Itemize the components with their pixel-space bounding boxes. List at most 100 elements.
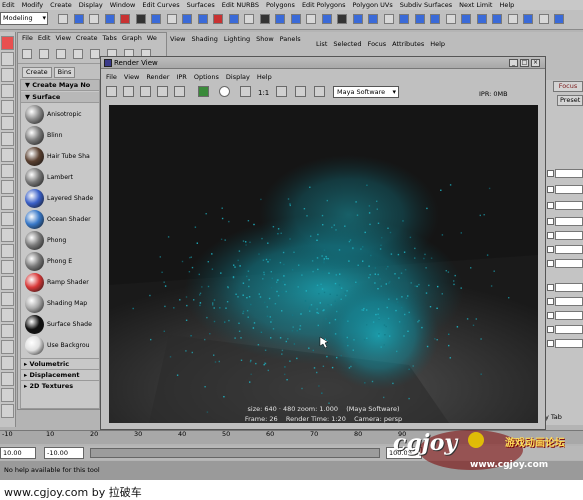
tool-icon[interactable] <box>1 292 14 306</box>
section-displacement[interactable]: ▸ Displacement <box>21 369 99 379</box>
shelf-tool-icon[interactable] <box>73 14 84 24</box>
hypershade-tool-icon[interactable] <box>39 49 49 59</box>
hypershade-tool-icon[interactable] <box>73 49 83 59</box>
tool-icon[interactable] <box>1 260 14 274</box>
attribute-checkbox[interactable] <box>547 298 554 305</box>
shelf-tool-icon[interactable] <box>321 14 332 24</box>
render-menu-view[interactable]: View <box>124 73 139 81</box>
hypershade-menu-graph[interactable]: Graph <box>122 33 142 44</box>
menu-help[interactable]: Help <box>499 0 514 10</box>
render-tool-icon[interactable] <box>295 86 306 97</box>
view-menu-shading[interactable]: Shading <box>191 35 217 43</box>
attribute-checkbox[interactable] <box>547 326 554 333</box>
tool-icon[interactable] <box>1 324 14 338</box>
menu-window[interactable]: Window <box>110 0 136 10</box>
shelf-tool-icon[interactable] <box>507 14 518 24</box>
shelf-tool-icon[interactable] <box>228 14 239 24</box>
tool-icon[interactable] <box>1 228 14 242</box>
shelf-tool-icon[interactable] <box>213 14 223 24</box>
shelf-tool-icon[interactable] <box>89 14 99 24</box>
shelf-tool-icon[interactable] <box>58 14 68 24</box>
attribute-checkbox[interactable] <box>547 170 554 177</box>
shelf-tool-icon[interactable] <box>399 14 409 24</box>
tool-icon[interactable] <box>1 340 14 354</box>
shelf-tool-icon[interactable] <box>197 14 208 24</box>
tab-create[interactable]: Create <box>22 67 52 78</box>
attribute-field[interactable] <box>555 339 583 348</box>
attribute-field[interactable] <box>555 231 583 240</box>
menu-edit-curves[interactable]: Edit Curves <box>142 0 179 10</box>
material-anisotropic[interactable]: Anisotropic <box>25 104 99 125</box>
tool-icon[interactable] <box>1 404 14 418</box>
material-hair-tube-sha[interactable]: Hair Tube Sha <box>25 146 99 167</box>
attr-menu-focus[interactable]: Focus <box>368 40 387 48</box>
render-tool-icon[interactable] <box>198 86 209 97</box>
tool-icon[interactable] <box>1 148 14 162</box>
attribute-field[interactable] <box>555 217 583 226</box>
presets-button[interactable]: Preset <box>557 95 583 106</box>
tool-icon[interactable] <box>1 132 14 146</box>
render-tool-icon[interactable] <box>106 86 117 97</box>
shelf-tool-icon[interactable] <box>352 14 363 24</box>
tool-icon[interactable] <box>1 212 14 226</box>
material-phong-e[interactable]: Phong E <box>25 251 99 272</box>
tab-bins[interactable]: Bins <box>53 67 76 78</box>
mode-select[interactable]: Modeling <box>0 12 48 25</box>
shelf-tool-icon[interactable] <box>492 14 502 24</box>
hypershade-menu-file[interactable]: File <box>22 33 33 44</box>
material-blinn[interactable]: Blinn <box>25 125 99 146</box>
attribute-field[interactable] <box>555 259 583 268</box>
menu-edit-polygons[interactable]: Edit Polygons <box>302 0 346 10</box>
tool-icon[interactable] <box>1 52 14 66</box>
tool-icon[interactable] <box>1 356 14 370</box>
tool-icon[interactable] <box>1 84 14 98</box>
shelf-tool-icon[interactable] <box>337 14 347 24</box>
maximize-button[interactable]: □ <box>520 59 529 67</box>
start-time-field[interactable]: 10.00 <box>0 447 36 459</box>
shelf-tool-icon[interactable] <box>523 14 533 24</box>
attribute-checkbox[interactable] <box>547 232 554 239</box>
attribute-field[interactable] <box>555 201 583 210</box>
attr-menu-help[interactable]: Help <box>430 40 445 48</box>
render-tool-icon[interactable] <box>174 86 185 97</box>
render-image[interactable]: size: 640 · 480 zoom: 1.000 (Maya Softwa… <box>109 105 538 423</box>
attribute-checkbox[interactable] <box>547 312 554 319</box>
shelf-tool-icon[interactable] <box>554 14 564 24</box>
range-slider[interactable] <box>90 448 380 458</box>
shelf-tool-icon[interactable] <box>445 14 456 24</box>
shelf-tool-icon[interactable] <box>368 14 378 24</box>
tool-icon[interactable] <box>1 276 14 290</box>
render-tool-icon[interactable] <box>276 86 287 97</box>
material-ocean-shader[interactable]: Ocean Shader <box>25 209 99 230</box>
shelf-tool-icon[interactable] <box>430 14 440 24</box>
tool-icon[interactable] <box>1 68 14 82</box>
material-ramp-shader[interactable]: Ramp Shader <box>25 272 99 293</box>
menu-subdiv-surfaces[interactable]: Subdiv Surfaces <box>400 0 452 10</box>
tool-icon[interactable] <box>1 372 14 386</box>
menu-polygon-uvs[interactable]: Polygon UVs <box>353 0 393 10</box>
tool-icon[interactable] <box>1 244 14 258</box>
view-menu-view[interactable]: View <box>170 35 185 43</box>
shelf-tool-icon[interactable] <box>414 14 425 24</box>
shelf-tool-icon[interactable] <box>383 14 394 24</box>
tool-icon[interactable] <box>1 308 14 322</box>
focus-button[interactable]: Focus <box>553 81 583 92</box>
render-tool-icon[interactable] <box>219 86 230 97</box>
render-menu-help[interactable]: Help <box>257 73 272 81</box>
attribute-field[interactable] <box>555 185 583 194</box>
material-use-backgrou[interactable]: Use Backgrou <box>25 335 99 356</box>
attribute-checkbox[interactable] <box>547 218 554 225</box>
attribute-field[interactable] <box>555 245 583 254</box>
range-start-field[interactable]: -10.00 <box>44 447 84 459</box>
minimize-button[interactable]: _ <box>509 59 518 67</box>
attribute-checkbox[interactable] <box>547 246 554 253</box>
hypershade-menu-edit[interactable]: Edit <box>38 33 51 44</box>
hypershade-menu-view[interactable]: View <box>55 33 70 44</box>
attribute-checkbox[interactable] <box>547 202 554 209</box>
hypershade-menu-create[interactable]: Create <box>76 33 98 44</box>
shelf-tool-icon[interactable] <box>135 14 146 24</box>
shelf-tool-icon[interactable] <box>244 14 254 24</box>
attr-menu-attributes[interactable]: Attributes <box>392 40 424 48</box>
attr-menu-selected[interactable]: Selected <box>333 40 361 48</box>
shelf-tool-icon[interactable] <box>104 14 115 24</box>
